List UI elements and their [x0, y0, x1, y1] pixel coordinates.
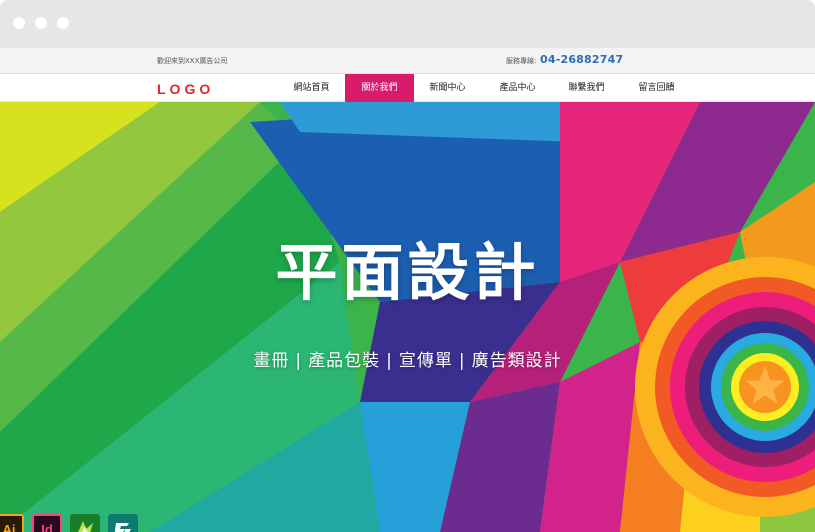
freehand-icon — [108, 514, 138, 532]
hero-sub-separator: | — [386, 351, 393, 371]
coreldraw-icon — [70, 514, 100, 532]
nav-item-about[interactable]: 關於我們 — [345, 74, 414, 102]
window-close-dot[interactable] — [13, 17, 25, 29]
hero-sub-separator: | — [295, 351, 303, 371]
hero-banner: 平面設計 畫冊 | 產品包裝 | 宣傳單 | 廣告類設計 Ai Id — [0, 102, 815, 532]
hero-sub-item-flyer: 宣傳單 — [398, 351, 453, 371]
nav-item-news[interactable]: 新聞中心 — [413, 74, 482, 102]
browser-titlebar — [0, 0, 815, 48]
nav-item-home[interactable]: 網站首頁 — [277, 74, 346, 102]
hero-sub-item-advertising: 廣告類設計 — [471, 351, 562, 371]
nav-item-products[interactable]: 產品中心 — [483, 74, 552, 102]
top-info-bar: 歡迎來到XXX廣告公司 服務專線: 04-26882747 — [0, 48, 815, 74]
hero-sub-item-brochure: 畫冊 — [253, 351, 290, 371]
site-logo[interactable]: LOGO — [157, 81, 214, 97]
hotline-label: 服務專線: — [506, 57, 537, 65]
window-maximize-dot[interactable] — [57, 17, 69, 29]
nav-item-feedback[interactable]: 留言回饋 — [622, 74, 691, 102]
welcome-text: 歡迎來到XXX廣告公司 — [157, 57, 228, 65]
hero-subtitle: 畫冊 | 產品包裝 | 宣傳單 | 廣告類設計 — [0, 346, 815, 371]
hero-sub-item-packaging: 產品包裝 — [308, 351, 381, 371]
page-viewport: 歡迎來到XXX廣告公司 服務專線: 04-26882747 LOGO 網站首頁 … — [0, 48, 815, 532]
hero-background-art — [0, 102, 815, 532]
hero-title: 平面設計 — [275, 236, 540, 309]
illustrator-icon: Ai — [0, 514, 24, 532]
main-navbar: LOGO 網站首頁 關於我們 新聞中心 產品中心 聯繫我們 留言回饋 — [0, 74, 815, 102]
indesign-icon: Id — [32, 514, 62, 532]
nav-item-contact[interactable]: 聯繫我們 — [552, 74, 621, 102]
hotline-number[interactable]: 04-26882747 — [540, 53, 623, 66]
window-minimize-dot[interactable] — [35, 17, 47, 29]
browser-window: 歡迎來到XXX廣告公司 服務專線: 04-26882747 LOGO 網站首頁 … — [0, 0, 815, 532]
hero-sub-separator: | — [458, 351, 466, 371]
